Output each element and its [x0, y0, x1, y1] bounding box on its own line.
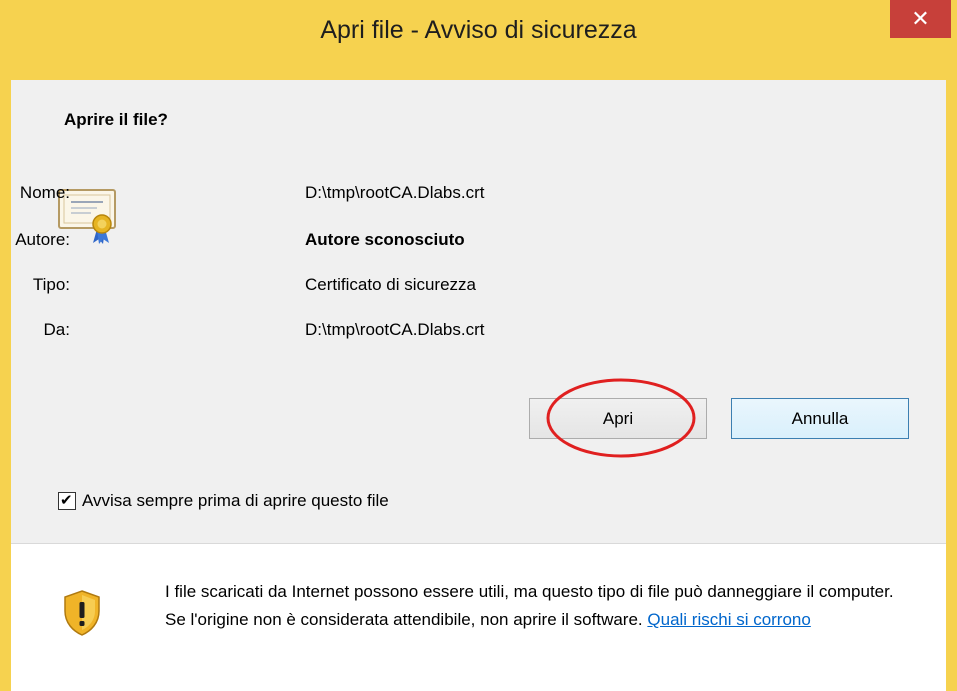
from-label: Da: [43, 320, 70, 339]
shield-warning-icon [64, 590, 100, 636]
author-value: Autore sconosciuto [305, 230, 465, 249]
close-icon: ✕ [911, 6, 930, 31]
window-title: Apri file - Avviso di sicurezza [320, 16, 637, 44]
title-bar[interactable]: Apri file - Avviso di sicurezza ✕ [0, 0, 957, 80]
name-value: D:\tmp\rootCA.Dlabs.crt [305, 183, 485, 202]
from-value: D:\tmp\rootCA.Dlabs.crt [305, 320, 485, 339]
always-warn-checkbox[interactable]: ✔ [58, 492, 76, 510]
type-label: Tipo: [32, 275, 70, 294]
dialog-window: Apri file - Avviso di sicurezza ✕ Aprire… [0, 0, 957, 691]
open-button[interactable]: Apri [529, 398, 707, 439]
author-label: Autore: [15, 230, 70, 249]
warning-panel: I file scaricati da Internet possono ess… [11, 544, 946, 691]
cancel-button[interactable]: Annulla [731, 398, 909, 439]
field-row-author: Autore: Autore sconosciuto [11, 230, 711, 256]
field-row-name: Nome: D:\tmp\rootCA.Dlabs.crt [11, 183, 711, 209]
check-mark-icon: ✔ [60, 492, 73, 509]
warning-message: I file scaricati da Internet possono ess… [165, 578, 905, 634]
always-warn-label[interactable]: Avvisa sempre prima di aprire questo fil… [82, 491, 389, 511]
type-value: Certificato di sicurezza [305, 275, 477, 294]
field-row-type: Tipo: Certificato di sicurezza [11, 275, 711, 301]
name-label: Nome: [19, 183, 70, 202]
dialog-body: Aprire il file? Nome: D:\tmp\rootCA.Dlab… [11, 80, 946, 691]
risks-link[interactable]: Quali rischi si corrono [647, 610, 810, 629]
dialog-heading: Aprire il file? [64, 110, 168, 129]
field-row-from: Da: D:\tmp\rootCA.Dlabs.crt [11, 320, 711, 346]
close-button[interactable]: ✕ [890, 0, 951, 38]
